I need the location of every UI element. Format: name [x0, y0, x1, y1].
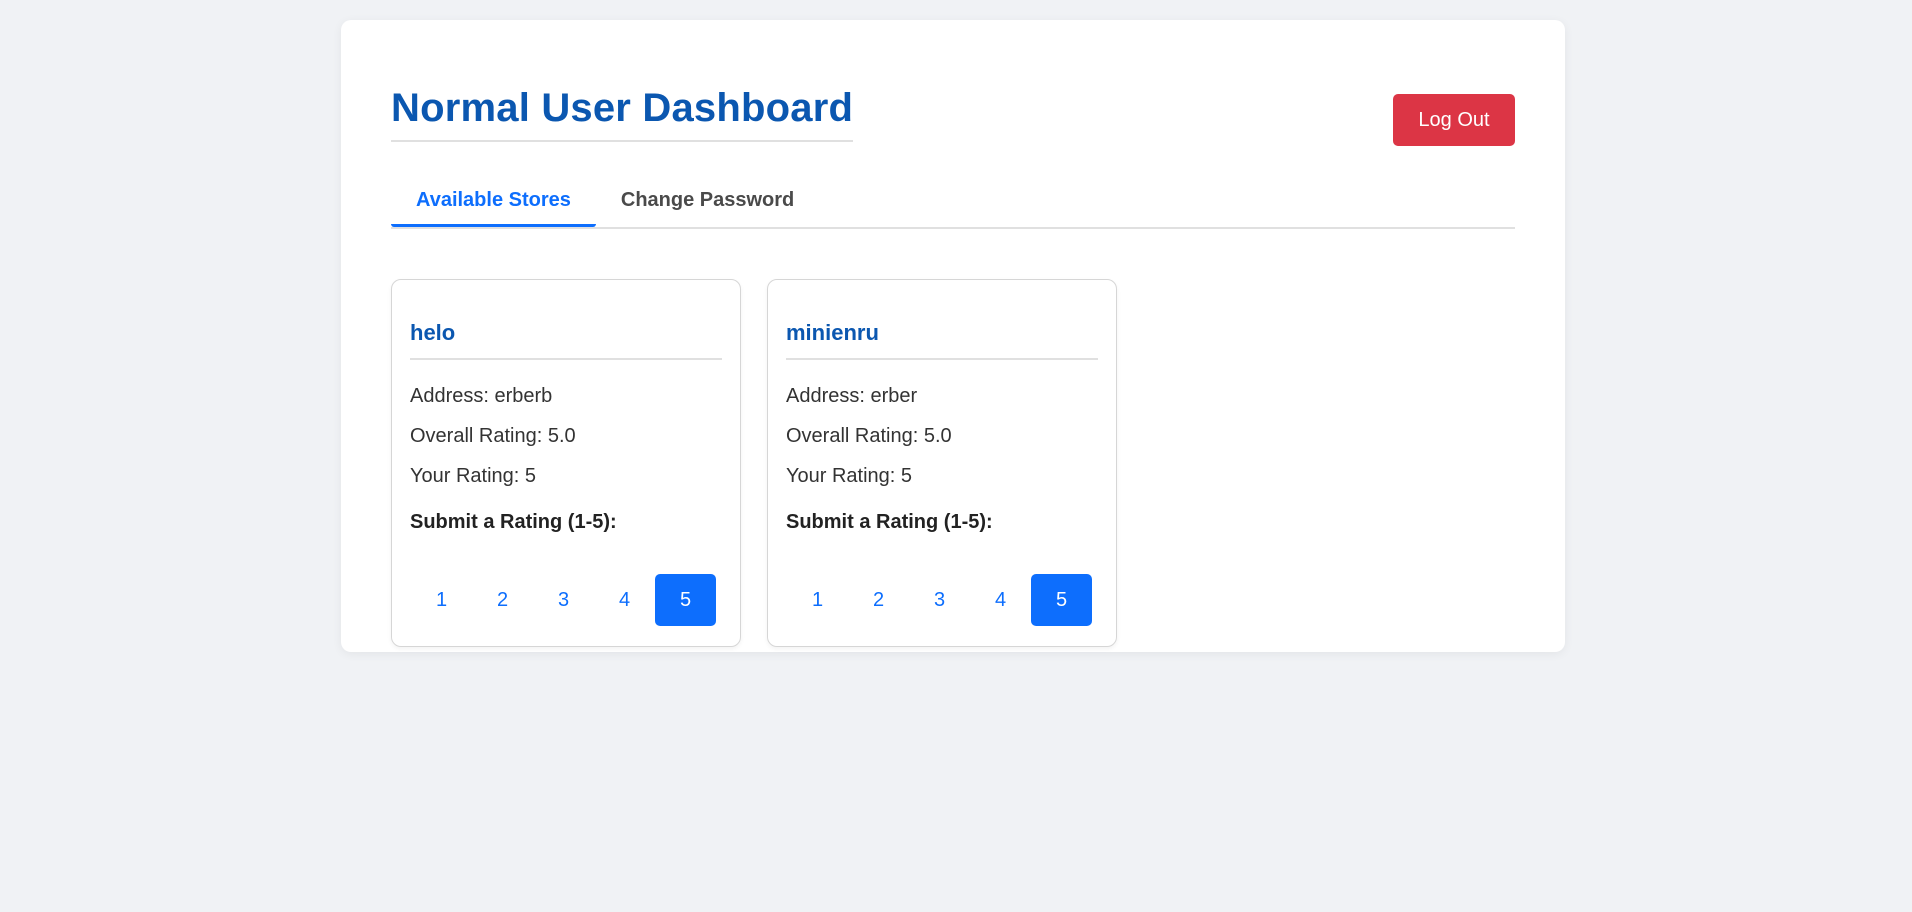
submit-rating-label: Submit a Rating (1-5):: [786, 511, 993, 533]
tab-available-stores[interactable]: Available Stores: [391, 177, 596, 227]
rating-button-1[interactable]: 1: [411, 574, 472, 626]
store-name: minienru: [786, 280, 1098, 360]
rating-button-2[interactable]: 2: [848, 574, 909, 626]
store-address: Address: erber: [786, 385, 918, 407]
rating-button-group: 1 2 3 4 5: [411, 574, 716, 626]
overall-rating: Overall Rating: 5.0: [410, 425, 576, 447]
rating-button-3[interactable]: 3: [533, 574, 594, 626]
store-address: Address: erberb: [410, 385, 553, 407]
overall-rating: Overall Rating: 5.0: [786, 425, 952, 447]
your-rating: Your Rating: 5: [410, 465, 537, 487]
rating-button-5[interactable]: 5: [655, 574, 716, 626]
rating-button-2[interactable]: 2: [472, 574, 533, 626]
dashboard-header: Normal User Dashboard Log Out: [391, 70, 1515, 150]
your-rating: Your Rating: 5: [786, 465, 913, 487]
tab-bar: Available Stores Change Password: [391, 177, 1515, 229]
dashboard-panel: Normal User Dashboard Log Out Available …: [341, 20, 1565, 652]
store-card: minienru Address: erber Overall Rating: …: [767, 279, 1117, 647]
rating-button-group: 1 2 3 4 5: [787, 574, 1092, 626]
rating-button-1[interactable]: 1: [787, 574, 848, 626]
rating-button-5[interactable]: 5: [1031, 574, 1092, 626]
store-grid: helo Address: erberb Overall Rating: 5.0…: [391, 279, 1117, 647]
logout-button[interactable]: Log Out: [1393, 94, 1515, 146]
rating-button-4[interactable]: 4: [594, 574, 655, 626]
rating-button-4[interactable]: 4: [970, 574, 1031, 626]
page-title: Normal User Dashboard: [391, 88, 854, 142]
rating-button-3[interactable]: 3: [909, 574, 970, 626]
store-card: helo Address: erberb Overall Rating: 5.0…: [391, 279, 741, 647]
store-name: helo: [410, 280, 722, 360]
submit-rating-label: Submit a Rating (1-5):: [410, 511, 617, 533]
tab-change-password[interactable]: Change Password: [596, 177, 819, 227]
